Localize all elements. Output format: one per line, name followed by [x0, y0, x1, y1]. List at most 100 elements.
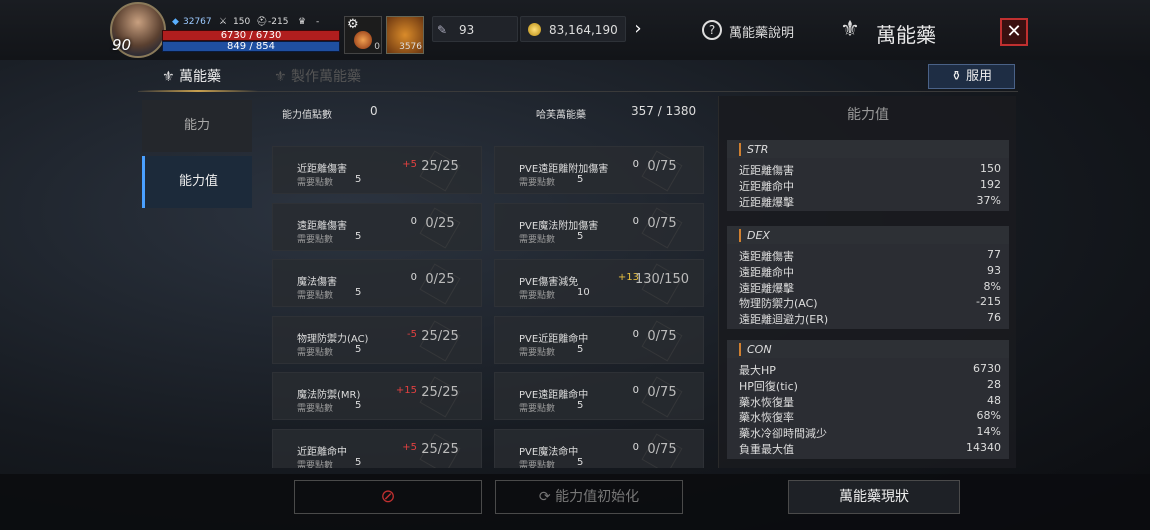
stat-value: 14%	[976, 425, 1001, 439]
stat-row: 最大HP 6730	[739, 362, 1001, 378]
stat-card[interactable]: 魔法傷害 需要點數 5 0 0/25	[272, 259, 482, 307]
stat-row: 近距離爆擊 37%	[739, 194, 1001, 210]
stat-card[interactable]: 近距離命中 需要點數 5 +5 25/25	[272, 428, 482, 469]
stat-card[interactable]: PVE魔法附加傷害 需要點數 5 0 0/75	[494, 202, 704, 251]
section-header: STR	[727, 140, 1009, 158]
bottom-bar: ⊘ ⟳ 能力值初始化 萬能藥現狀	[0, 474, 1150, 530]
stat-row: 遠距離命中 93	[739, 264, 1001, 280]
potion-slot-1[interactable]: ⚙ 0	[344, 16, 382, 54]
reset-stats-button[interactable]: ⟳ 能力值初始化	[495, 480, 683, 514]
use-button[interactable]: ⚱ 服用	[928, 64, 1015, 89]
stat-row: 藥水恢復量 48	[739, 394, 1001, 410]
help-label[interactable]: 萬能藥說明	[729, 22, 794, 41]
stat-label: 遠距離爆擊	[739, 281, 794, 295]
stat-value: 76	[987, 311, 1001, 325]
stat-card[interactable]: 物理防禦力(AC) 需要點數 5 -5 25/25	[272, 315, 482, 364]
stat-value: 77	[987, 248, 1001, 261]
gold-coin-icon	[528, 23, 541, 36]
feather-currency: ✎ 93	[432, 16, 518, 42]
tab-underline	[138, 90, 258, 92]
card-points: 5	[355, 287, 362, 298]
card-progress: 25/25	[421, 328, 459, 344]
card-progress: 130/150	[634, 272, 689, 287]
card-points-label: 需要點數	[519, 404, 556, 414]
feather-icon: ✎	[437, 23, 448, 37]
stat-label: 藥水恢復量	[739, 395, 794, 409]
rank-label: 哈芙萬能藥	[536, 110, 586, 121]
stat-label: 負重最大值	[739, 443, 794, 456]
sidebar-item-ability[interactable]: 能力	[142, 100, 252, 152]
stat-row: 近距離命中 192	[739, 178, 1001, 194]
card-progress: 0/75	[647, 441, 677, 457]
stat-value: -215	[976, 295, 1001, 309]
card-points: 10	[577, 287, 590, 298]
gold-currency: 83,164,190	[520, 16, 626, 42]
card-progress: 25/25	[421, 385, 459, 400]
tab-craft-elixir[interactable]: ⚜ 製作萬能藥	[274, 66, 361, 86]
stat-row: 遠距離傷害 77	[739, 248, 1001, 264]
card-points: 5	[577, 400, 584, 411]
stat-label: HP回復(tic)	[739, 379, 798, 393]
stat-card[interactable]: 遠距離傷害 需要點數 5 0 0/25	[272, 202, 482, 251]
trophy-icon: ♛	[298, 17, 307, 27]
flask-icon: ⚱	[950, 69, 966, 84]
sidebar-item-stats[interactable]: 能力值	[142, 156, 252, 208]
elixir-status-button[interactable]: 萬能藥現狀	[788, 480, 960, 514]
help-icon[interactable]: ?	[702, 20, 722, 40]
card-points-label: 需要點數	[297, 234, 334, 245]
stat-label: 近距離爆擊	[739, 195, 794, 209]
card-points-label: 需要點數	[519, 234, 556, 245]
attack-value: 150	[233, 17, 251, 27]
stat-value: 37%	[976, 193, 1001, 207]
elixir-icon: ⚜	[162, 69, 180, 85]
stat-section-dex: DEX 遠距離傷害 77 遠距離命中 93 遠距離爆擊 8% 物理防禦力(AC) -215 遠距離…	[727, 226, 1009, 329]
stat-card[interactable]: PVE遠距離命中 需要點數 5 0 0/75	[494, 372, 704, 420]
stat-card[interactable]: 近距離傷害 需要點數 5 +5 25/25	[272, 146, 482, 194]
section-name: STR	[739, 143, 768, 156]
reset-stats-label: 能力值初始化	[555, 489, 640, 505]
top-bar: 90 ◆ 32767 ⚔ 150 ⛑ -215 ♛ - 6730 / 6730 …	[0, 0, 1150, 60]
stats-panel: 能力值 STR 近距離傷害 150 近距離命中 192 近距離爆擊 37% DEX 遠距離傷害 7…	[718, 96, 1016, 468]
card-points: 5	[355, 456, 362, 468]
card-points-label: 需要點數	[297, 404, 334, 414]
stat-card[interactable]: PVE遠距離附加傷害 需要點數 5 0 0/75	[494, 146, 704, 194]
section-header: CON	[727, 340, 1009, 358]
potion-slot-2[interactable]: 3576	[386, 16, 424, 54]
close-button[interactable]: ✕	[1000, 18, 1028, 46]
card-progress: 25/25	[421, 441, 459, 457]
forbidden-icon: ⊘	[380, 486, 396, 507]
stat-card[interactable]: PVE魔法命中 需要點數 5 0 0/75	[494, 428, 704, 468]
card-points-label: 需要點數	[519, 291, 556, 301]
stat-label: 最大HP	[739, 364, 776, 377]
main-panel: 能力值點數 0 哈芙萬能藥 357 / 1380 近距離傷害 需要點數 5 +5 25/…	[258, 96, 714, 468]
stat-card[interactable]: PVE傷害減免 需要點數 10 +13 130/150	[494, 259, 704, 307]
disabled-button[interactable]: ⊘	[294, 480, 482, 514]
mp-bar: 849 / 854	[162, 41, 340, 52]
card-name: PVE近距離命中	[519, 333, 589, 345]
rank-value: 357 / 1380	[631, 104, 697, 118]
card-name: PVE遠距離命中	[519, 390, 589, 401]
gem-value: 32767	[183, 17, 212, 27]
card-name: PVE魔法命中	[519, 446, 579, 458]
card-points: 5	[355, 174, 362, 185]
stat-section-con: CON 最大HP 6730 HP回復(tic) 28 藥水恢復量 48 藥水恢復率 68% 藥水冷…	[727, 340, 1009, 459]
stat-row: 藥水恢復率 68%	[739, 409, 1001, 425]
card-progress: 25/25	[421, 159, 459, 174]
gold-value: 83,164,190	[549, 23, 618, 37]
card-points: 5	[355, 343, 362, 355]
chevron-right-icon[interactable]: ›	[628, 18, 648, 40]
potion-title-icon: ⚜	[840, 17, 860, 42]
card-points-label: 需要點數	[297, 460, 334, 469]
section-header: DEX	[727, 226, 1009, 244]
tab-elixir[interactable]: ⚜ 萬能藥	[162, 66, 221, 86]
feather-value: 93	[459, 23, 475, 37]
stat-card[interactable]: 魔法防禦(MR) 需要點數 5 +15 25/25	[272, 372, 482, 420]
card-progress: 0/75	[647, 385, 677, 400]
stat-label: 遠距離迴避力(ER)	[739, 313, 829, 327]
points-label: 能力值點數	[282, 110, 332, 121]
card-points-label: 需要點數	[519, 178, 556, 188]
stat-card[interactable]: PVE近距離命中 需要點數 5 0 0/75	[494, 315, 704, 364]
hp-text: 6730 / 6730	[220, 30, 282, 41]
stat-value: 48	[987, 393, 1001, 407]
card-points: 5	[577, 230, 584, 242]
